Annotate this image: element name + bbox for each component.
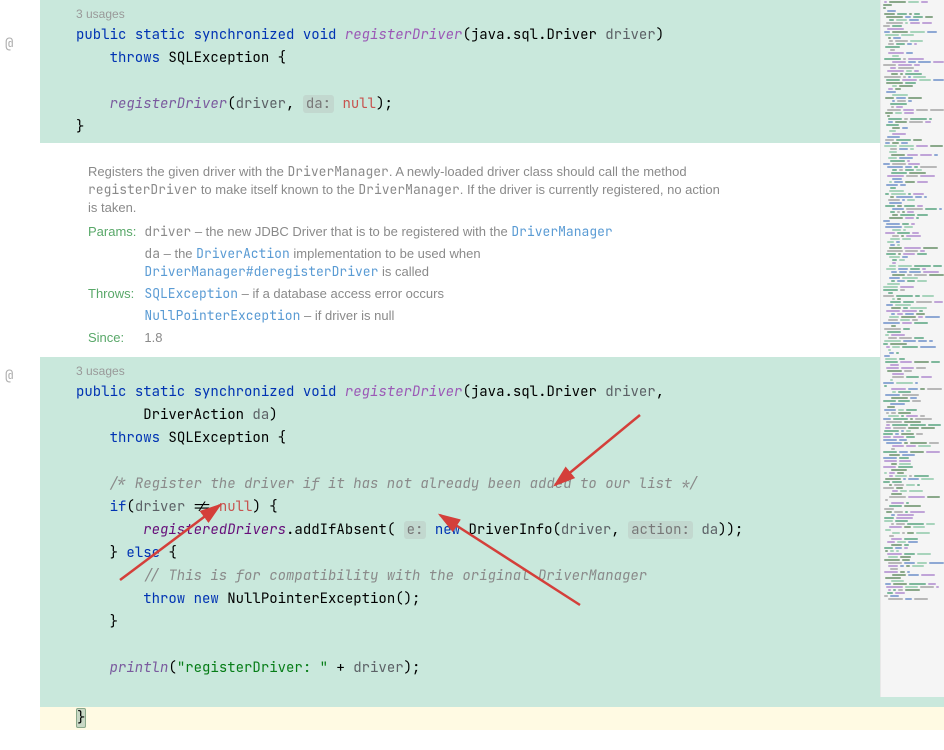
code-line[interactable] — [40, 634, 944, 657]
code-block-1: 3 usages public static synchronized void… — [40, 0, 944, 143]
minimap[interactable]: // generate minimap lines document.addEv… — [880, 0, 944, 697]
since-label: Since: — [88, 327, 144, 349]
since-value: 1.8 — [144, 327, 620, 349]
param-hint: e: — [404, 521, 427, 539]
caret-line[interactable]: } — [40, 707, 944, 730]
javadoc-block: Registers the given driver with the Driv… — [40, 155, 944, 357]
code-block-2: 3 usages public static synchronized void… — [40, 357, 944, 707]
code-line[interactable]: throws SQLException { — [40, 47, 944, 70]
javadoc-params-table: Params: driver – the new JDBC Driver tha… — [88, 221, 621, 349]
link-drivermanager[interactable]: DriverManager — [511, 223, 612, 240]
code-line[interactable]: registeredDrivers.addIfAbsent( e: new Dr… — [40, 519, 944, 542]
code-line[interactable]: public static synchronized void register… — [40, 381, 944, 404]
code-line[interactable]: } — [40, 611, 944, 634]
override-icon[interactable]: @ — [5, 367, 13, 385]
code-line[interactable]: registerDriver(driver, da: null); — [40, 93, 944, 116]
param-row: da – the DriverAction implementation to … — [144, 243, 620, 283]
code-line[interactable] — [40, 70, 944, 93]
code-line[interactable]: throws SQLException { — [40, 427, 944, 450]
link-sqlexception[interactable]: SQLException — [144, 285, 238, 302]
usages-hint[interactable]: 3 usages — [40, 4, 944, 24]
code-line[interactable] — [40, 680, 944, 703]
throws-row: NullPointerException – if driver is null — [144, 305, 620, 327]
gutter: @ @ — [0, 0, 40, 697]
code-line[interactable]: throw new NullPointerException(); — [40, 588, 944, 611]
params-label: Params: — [88, 221, 144, 243]
code-line[interactable]: // This is for compatibility with the or… — [40, 565, 944, 588]
link-driveraction[interactable]: DriverAction — [196, 245, 290, 262]
code-area[interactable]: 3 usages public static synchronized void… — [40, 0, 944, 697]
code-line[interactable]: } else { — [40, 542, 944, 565]
param-hint: da: — [303, 95, 334, 113]
throws-row: SQLException – if a database access erro… — [144, 283, 620, 305]
param-hint: action: — [628, 521, 693, 539]
code-line[interactable]: println("registerDriver: " + driver); — [40, 657, 944, 680]
code-line[interactable]: DriverAction da) — [40, 404, 944, 427]
link-deregister[interactable]: DriverManager#deregisterDriver — [144, 263, 378, 280]
editor-container: @ @ 3 usages public static synchronized … — [0, 0, 944, 697]
param-row: driver – the new JDBC Driver that is to … — [144, 221, 620, 243]
usages-hint[interactable]: 3 usages — [40, 361, 944, 381]
code-line[interactable]: public static synchronized void register… — [40, 24, 944, 47]
javadoc-description: Registers the given driver with the Driv… — [88, 163, 944, 217]
code-line[interactable]: if(driver != null) { — [40, 496, 944, 519]
code-line[interactable] — [40, 450, 944, 473]
override-icon[interactable]: @ — [5, 35, 13, 53]
link-npe[interactable]: NullPointerException — [144, 307, 300, 324]
code-line[interactable]: /* Register the driver if it has not alr… — [40, 473, 944, 496]
throws-label: Throws: — [88, 283, 144, 305]
code-line[interactable]: } — [40, 116, 944, 139]
